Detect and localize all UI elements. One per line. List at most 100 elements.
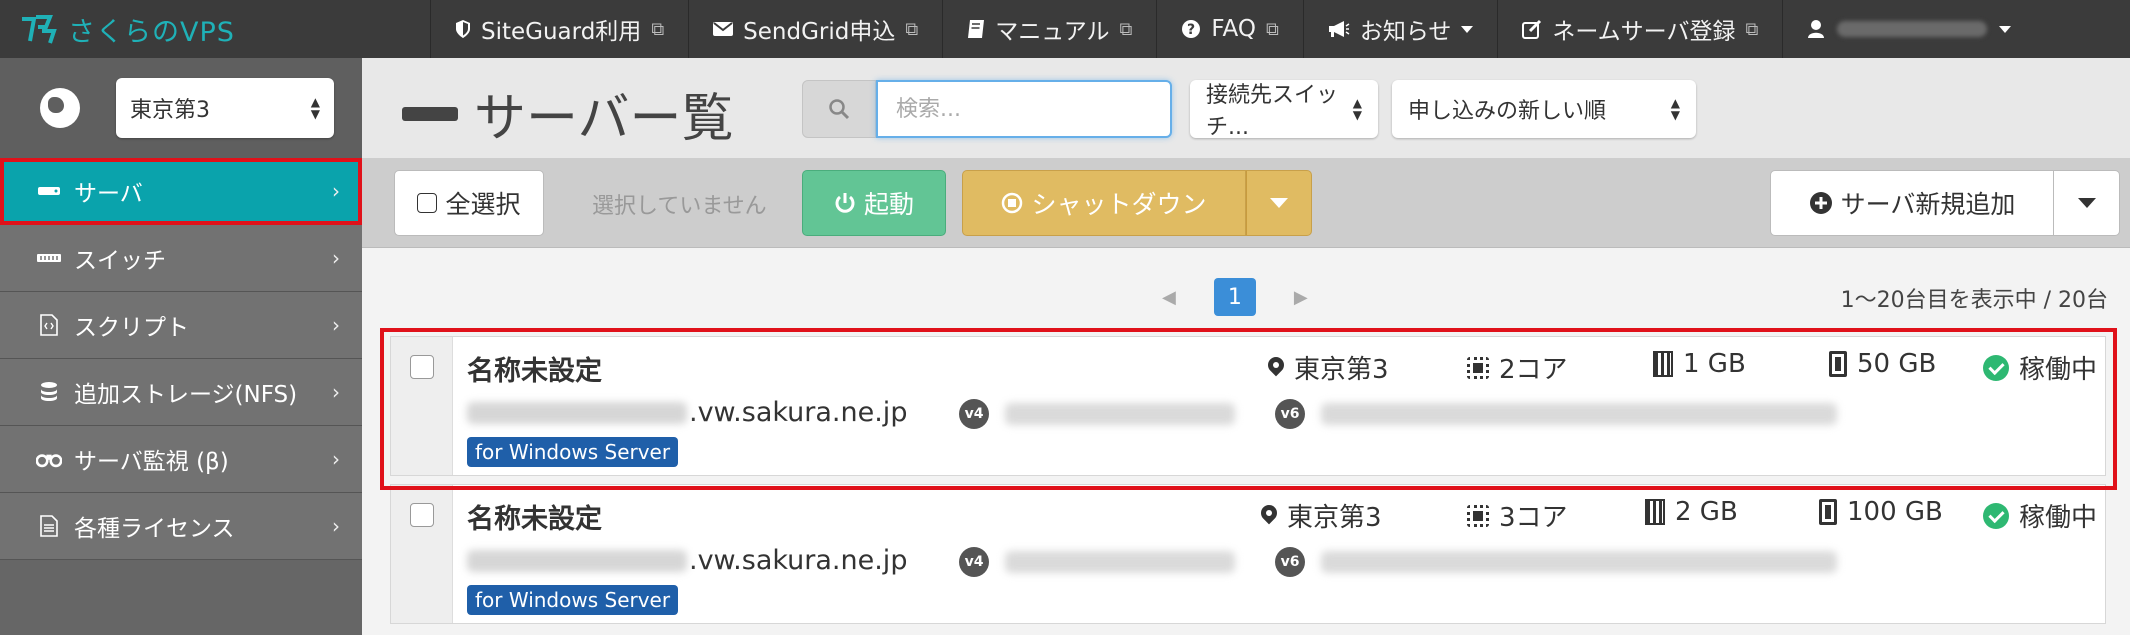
map-pin-icon [1261,505,1277,527]
server-name: 名称未設定 [467,356,602,387]
nav-nameserver[interactable]: ネームサーバ登録 ⧉ [1497,0,1782,58]
memory-icon [1645,499,1665,525]
server-zone-value: 東京第3 [1287,503,1382,533]
os-tag: for Windows Server [467,585,679,615]
sidebar-item-monitoring[interactable]: サーバ監視 (β) › [0,426,362,493]
brand-name: さくらのVPS [68,16,235,48]
user-icon [1808,20,1825,38]
search-input[interactable] [876,80,1172,138]
ipv4-badge: v4 [959,399,989,429]
shutdown-dropdown-toggle[interactable] [1246,170,1312,236]
server-details: 名称未設定 東京第3 2コア 1 GB 50 GB 稼働中 .vw.sakura… [453,337,2105,475]
svg-text:?: ? [1187,22,1195,38]
ipv6-redacted [1321,551,1837,573]
updown-arrow-icon: ▲ ▼ [310,95,320,121]
search-icon [802,80,876,138]
nav-sendgrid[interactable]: SendGrid申込 ⧉ [688,0,942,58]
nav-manual[interactable]: マニュアル ⧉ [942,0,1156,58]
chevron-right-icon: › [332,313,340,337]
top-navbar: さくらのVPS SiteGuard利用 ⧉ SendGrid申込 ⧉ マニュアル… [0,0,2130,58]
power-icon [835,193,855,213]
page-title: サーバー覧 [402,76,733,151]
external-link-icon: ⧉ [1745,18,1759,40]
sort-select[interactable]: 申し込みの新しい順 ▲ ▼ [1392,80,1696,138]
server-cpu-value: 2コア [1499,355,1568,385]
zone-select[interactable]: 東京第3 ▲ ▼ [116,78,334,138]
shutdown-button[interactable]: シャットダウン [962,170,1246,236]
external-link-icon: ⧉ [1265,18,1279,40]
megaphone-icon [1328,21,1350,37]
server-memory-value: 2 GB [1675,497,1738,527]
server-details: 名称未設定 東京第3 3コア 2 GB 100 GB 稼働中 .vw.sakur… [453,485,2105,623]
page-header: サーバー覧 接続先スイッチ... ▲▼ 申し込みの新しい順 ▲▼ [362,58,2130,158]
switch-filter-value: 接続先スイッチ... [1206,83,1339,140]
chevron-right-icon: › [332,380,340,404]
server-cpu: 2コア [1467,349,1568,386]
nav-siteguard[interactable]: SiteGuard利用 ⧉ [430,0,688,58]
sidebar-item-license[interactable]: 各種ライセンス › [0,493,362,560]
add-server-button[interactable]: サーバ新規追加 [1770,170,2054,236]
sidebar-item-nfs[interactable]: 追加ストレージ(NFS) › [0,359,362,426]
select-all-button[interactable]: 全選択 [394,170,544,236]
page-title-text: サーバー覧 [474,89,734,149]
map-pin-icon [1268,357,1284,379]
server-memory-value: 1 GB [1683,349,1746,379]
external-link-icon: ⧉ [1119,18,1133,40]
next-page-icon[interactable]: ▶ [1294,287,1308,308]
server-status-value: 稼働中 [2019,355,2098,385]
sidebar-item-label: サーバ監視 (β) [74,449,229,475]
select-all-label: 全選択 [445,190,521,219]
nav-nameserver-label: ネームサーバ登録 [1552,19,1736,45]
edit-icon [1522,19,1542,39]
server-icon [36,182,62,200]
server-zone-value: 東京第3 [1294,355,1389,385]
action-toolbar: 全選択 選択していません 起動 シャットダウン サーバ新規追加 [362,158,2130,248]
nav-manual-label: マニュアル [995,19,1110,45]
server-list-panel: ◀ 1 ▶ 1〜20台目を表示中 / 20台 名称未設定 東京第3 2コア 1 … [362,248,2130,635]
sidebar-item-switch[interactable]: スイッチ › [0,225,362,292]
server-cpu-value: 3コア [1499,503,1568,533]
check-circle-icon [1983,354,2009,381]
server-status: 稼働中 [1983,497,2097,534]
chevron-down-icon [1461,25,1474,33]
add-server-dropdown-toggle[interactable] [2054,170,2120,236]
ipv4-badge: v4 [959,547,989,577]
server-disk: 100 GB [1819,497,1943,527]
server-domain: .vw.sakura.ne.jp [689,397,908,428]
chevron-right-icon: › [332,246,340,270]
server-checkbox[interactable] [409,503,434,527]
ipv4-redacted [1005,551,1235,573]
server-card[interactable]: 名称未設定 東京第3 3コア 2 GB 100 GB 稼働中 .vw.sakur… [390,484,2106,624]
sidebar-item-script[interactable]: スクリプト › [0,292,362,359]
server-domain: .vw.sakura.ne.jp [689,545,908,576]
server-card[interactable]: 名称未設定 東京第3 2コア 1 GB 50 GB 稼働中 .vw.sakura… [390,336,2106,476]
server-checkbox[interactable] [409,355,434,379]
envelope-icon [713,22,734,36]
start-button[interactable]: 起動 [802,170,946,236]
brand-logo[interactable]: さくらのVPS [0,0,430,58]
chevron-right-icon: › [332,514,340,538]
user-menu[interactable] [1782,0,2130,58]
plus-circle-icon [1809,192,1832,214]
sakura-logo-icon [22,15,57,44]
server-cpu: 3コア [1467,497,1568,534]
nav-faq-label: FAQ [1211,16,1256,42]
stop-icon [1002,192,1023,214]
nav-news-label: お知らせ [1359,19,1452,45]
server-hostname: .vw.sakura.ne.jp [467,545,907,576]
server-name: 名称未設定 [467,504,602,535]
globe-icon [40,88,80,128]
sidebar-item-server[interactable]: サーバ › [0,158,362,225]
prev-page-icon[interactable]: ◀ [1162,287,1176,308]
pagination: ◀ 1 ▶ [1162,278,1308,316]
switch-filter-select[interactable]: 接続先スイッチ... ▲ ▼ [1190,80,1378,140]
external-link-icon: ⧉ [905,18,919,40]
page-button-current[interactable]: 1 [1213,278,1256,316]
shield-icon [456,20,470,38]
nav-faq[interactable]: ? FAQ ⧉ [1156,0,1302,58]
document-icon [36,515,62,537]
nav-news-dropdown[interactable]: お知らせ [1302,0,1498,58]
disk-icon [1819,499,1837,525]
zone-bar: 東京第3 ▲ ▼ [0,58,362,158]
chevron-down-icon [2077,198,2096,208]
